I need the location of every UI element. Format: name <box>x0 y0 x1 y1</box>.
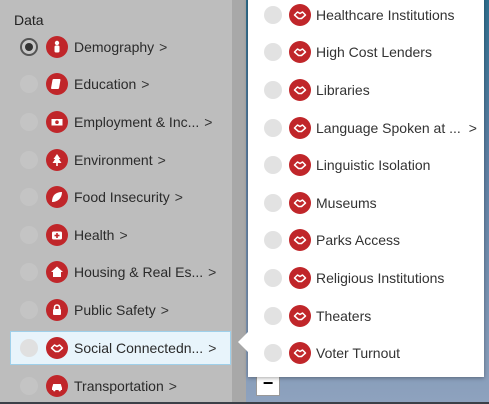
handshake-icon <box>289 154 311 177</box>
category-employment[interactable]: Employment & Inc... > <box>0 103 232 141</box>
tree-icon <box>46 148 68 171</box>
person-icon <box>46 35 68 58</box>
submenu-item-label: Parks Access <box>316 232 401 249</box>
money-icon <box>46 110 68 133</box>
radio-button[interactable] <box>20 37 38 56</box>
radio-button[interactable] <box>20 300 38 319</box>
chevron-right-icon: > <box>168 377 177 394</box>
leaf-icon <box>46 186 68 209</box>
submenu-item-label: Religious Institutions <box>316 269 445 286</box>
submenu-item-label: Language Spoken at ... <box>316 119 461 136</box>
chevron-right-icon: > <box>174 189 183 206</box>
category-environment[interactable]: Environment > <box>0 141 232 179</box>
house-icon <box>46 261 68 284</box>
submenu-item-label: High Cost Lenders <box>316 44 432 61</box>
category-label: Demography <box>74 38 155 55</box>
chevron-right-icon: > <box>468 119 477 136</box>
submenu-item-theaters[interactable]: Theaters <box>248 297 484 335</box>
category-public-safety[interactable]: Public Safety > <box>0 291 232 329</box>
submenu-item-label: Theaters <box>316 307 372 324</box>
submenu-item-label: Libraries <box>316 81 370 98</box>
submenu-item-libraries[interactable]: Libraries <box>248 71 484 109</box>
handshake-icon <box>46 336 68 359</box>
radio-button[interactable] <box>264 118 282 137</box>
handshake-icon <box>289 304 311 327</box>
radio-button[interactable] <box>20 225 38 244</box>
lock-icon <box>46 298 68 321</box>
category-education[interactable]: Education > <box>0 66 232 104</box>
submenu-item-language-spoken[interactable]: Language Spoken at ... > <box>248 109 484 147</box>
submenu-item-label: Healthcare Institutions <box>316 6 455 23</box>
category-list: Demography > Education > Employment & In… <box>0 28 232 404</box>
submenu-item-high-cost-lenders[interactable]: High Cost Lenders <box>248 34 484 72</box>
radio-button[interactable] <box>20 376 38 395</box>
submenu-item-religious-institutions[interactable]: Religious Institutions <box>248 259 484 297</box>
category-health[interactable]: Health > <box>0 216 232 254</box>
category-label: Health <box>74 226 115 243</box>
submenu-item-linguistic-isolation[interactable]: Linguistic Isolation <box>248 146 484 184</box>
category-label: Transportation <box>74 377 164 394</box>
handshake-icon <box>289 116 311 139</box>
radio-button[interactable] <box>20 338 38 357</box>
radio-button[interactable] <box>20 150 38 169</box>
medical-kit-icon <box>46 223 68 246</box>
chevron-right-icon: > <box>141 76 150 93</box>
category-transportation[interactable]: Transportation > <box>0 367 232 404</box>
radio-button[interactable] <box>264 344 282 363</box>
category-label: Food Insecurity <box>74 189 170 206</box>
handshake-icon <box>289 78 311 101</box>
radio-button[interactable] <box>20 188 38 207</box>
category-social-connectedness[interactable]: Social Connectedn... > <box>10 330 231 365</box>
chevron-right-icon: > <box>160 301 169 318</box>
data-panel: Data Demography > Education > Employment… <box>0 0 232 402</box>
chevron-right-icon: > <box>208 339 217 356</box>
radio-button[interactable] <box>264 80 282 99</box>
book-icon <box>46 73 68 96</box>
category-label: Public Safety <box>74 301 156 318</box>
radio-button[interactable] <box>264 268 282 287</box>
category-label: Housing & Real Es... <box>74 264 204 281</box>
chevron-right-icon: > <box>157 151 166 168</box>
panel-title: Data <box>14 12 44 28</box>
radio-button[interactable] <box>264 193 282 212</box>
radio-button[interactable] <box>20 75 38 94</box>
handshake-icon <box>289 342 311 365</box>
chevron-right-icon: > <box>208 264 217 281</box>
category-housing[interactable]: Housing & Real Es... > <box>0 254 232 292</box>
category-label: Environment <box>74 151 153 168</box>
category-demography[interactable]: Demography > <box>0 28 232 66</box>
category-label: Social Connectedn... <box>74 339 204 356</box>
submenu-item-voter-turnout[interactable]: Voter Turnout <box>248 334 484 372</box>
handshake-icon <box>289 266 311 289</box>
handshake-icon <box>289 41 311 64</box>
radio-button[interactable] <box>20 112 38 131</box>
submenu-item-label: Museums <box>316 194 377 211</box>
submenu-item-parks-access[interactable]: Parks Access <box>248 222 484 260</box>
submenu-item-label: Voter Turnout <box>316 345 401 362</box>
handshake-icon <box>289 3 311 26</box>
radio-button[interactable] <box>264 43 282 62</box>
category-label: Employment & Inc... <box>74 113 200 130</box>
handshake-icon <box>289 229 311 252</box>
car-icon <box>46 374 68 397</box>
category-food-insecurity[interactable]: Food Insecurity > <box>0 178 232 216</box>
submenu-item-healthcare-institutions[interactable]: Healthcare Institutions <box>248 0 484 34</box>
chevron-right-icon: > <box>119 226 128 243</box>
category-label: Education <box>74 76 137 93</box>
handshake-icon <box>289 191 311 214</box>
radio-button[interactable] <box>264 5 282 24</box>
chevron-right-icon: > <box>204 113 213 130</box>
chevron-right-icon: > <box>159 38 168 55</box>
submenu-item-museums[interactable]: Museums <box>248 184 484 222</box>
submenu-item-label: Linguistic Isolation <box>316 157 431 174</box>
social-connectedness-submenu: Healthcare Institutions High Cost Lender… <box>238 0 484 377</box>
submenu-list: Healthcare Institutions High Cost Lender… <box>248 0 484 372</box>
radio-button[interactable] <box>264 306 282 325</box>
radio-button[interactable] <box>20 263 38 282</box>
radio-button[interactable] <box>264 156 282 175</box>
radio-button[interactable] <box>264 231 282 250</box>
